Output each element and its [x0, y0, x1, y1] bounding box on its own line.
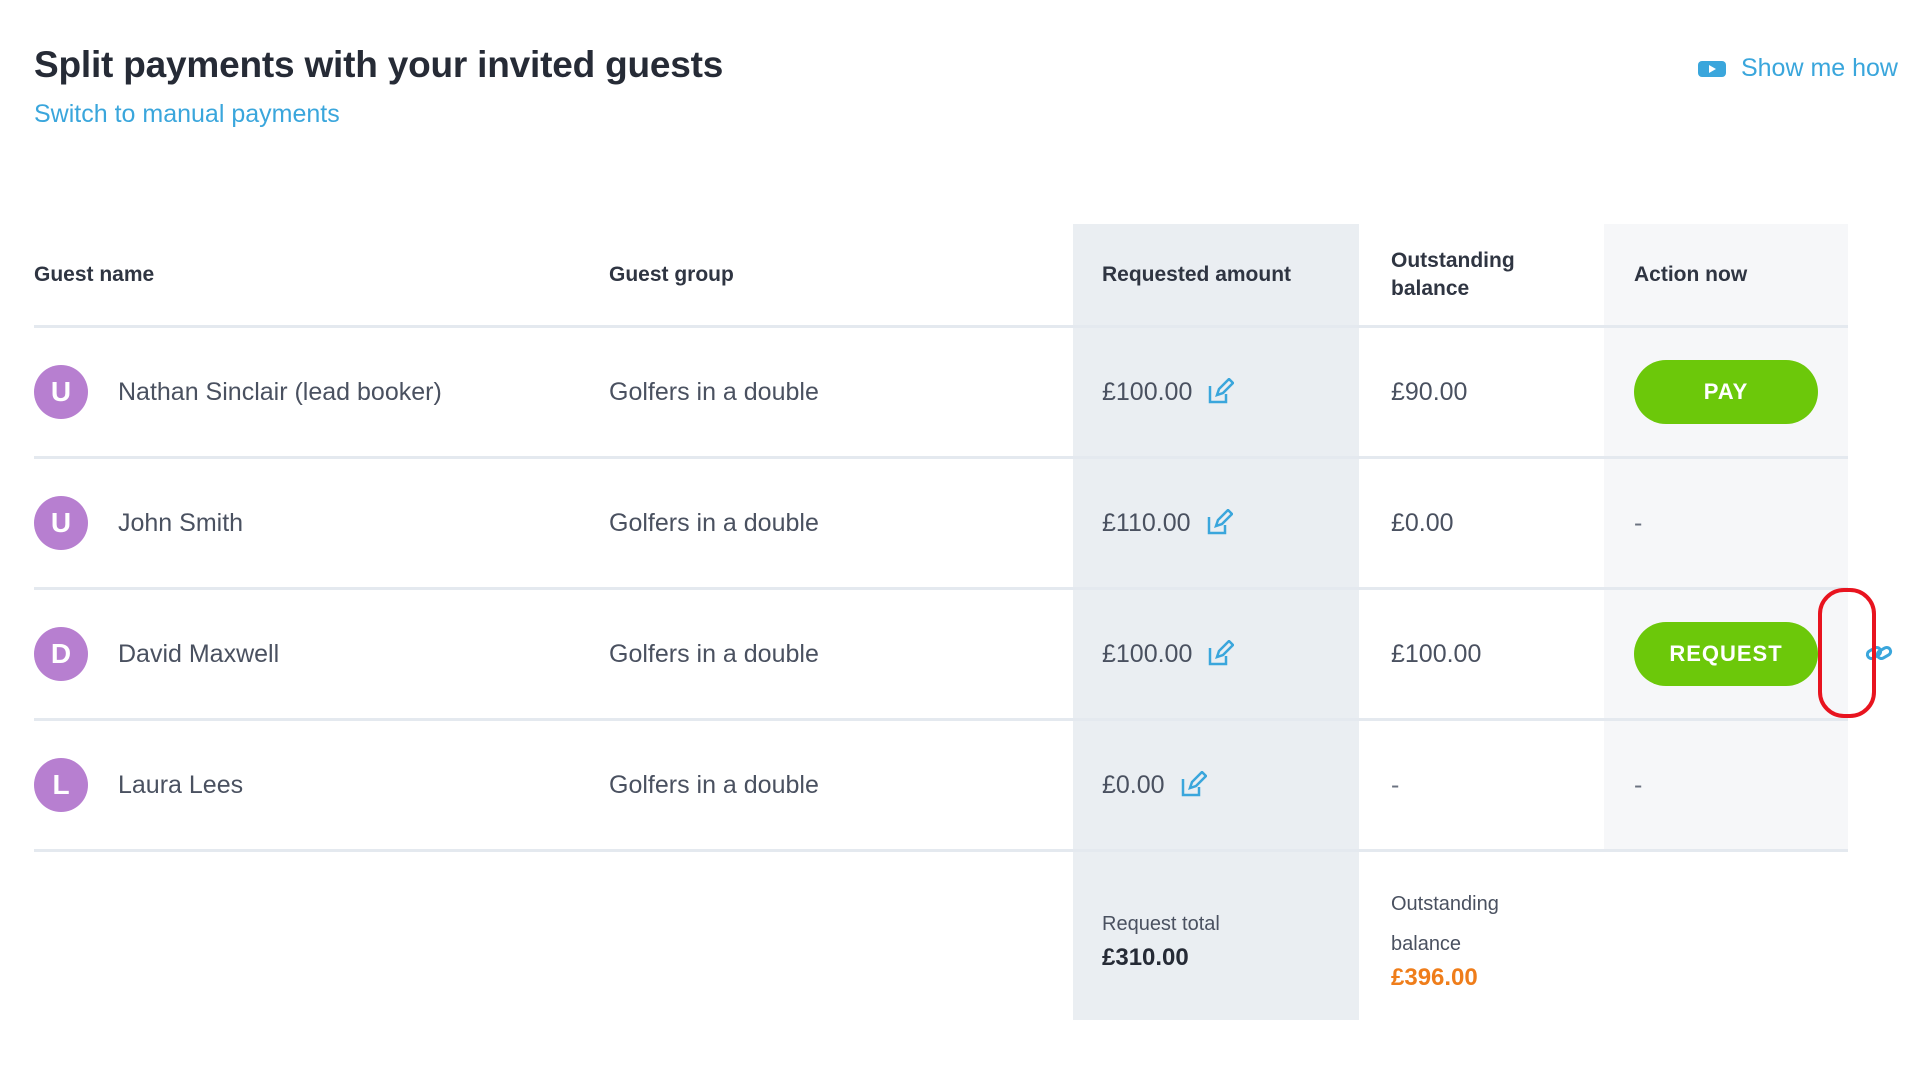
guest-name-cell: U Nathan Sinclair (lead booker) [34, 365, 442, 419]
guest-name-cell: D David Maxwell [34, 627, 279, 681]
requested-amount-cell: £110.00 [1102, 509, 1233, 538]
edit-icon[interactable] [1206, 640, 1235, 668]
outstanding-balance: £90.00 [1391, 377, 1468, 406]
edit-icon[interactable] [1179, 771, 1207, 799]
action-cell: REQUEST [1634, 622, 1818, 686]
outstanding-balance: - [1391, 770, 1400, 799]
outstanding-total-label-line1: Outstanding [1391, 893, 1499, 915]
column-header-guest-group: Guest group [609, 262, 734, 286]
guest-name: Laura Lees [118, 770, 244, 799]
guest-name-cell: U John Smith [34, 496, 243, 550]
outstanding-balance: £100.00 [1391, 639, 1482, 668]
request-total-value: £310.00 [1102, 944, 1189, 971]
guest-name: Nathan Sinclair (lead booker) [118, 377, 442, 406]
guest-name: David Maxwell [118, 639, 280, 668]
avatar: D [34, 627, 88, 681]
action-cell: PAY [1634, 360, 1818, 424]
column-header-outstanding-balance: Outstanding balance [1391, 247, 1515, 303]
edit-icon[interactable] [1206, 378, 1235, 406]
outstanding-total-label-line2: balance [1391, 933, 1462, 955]
table-row: D David Maxwell Golfers in a double £100… [34, 590, 1848, 721]
requested-amount-cell: £0.00 [1102, 771, 1207, 800]
column-header-requested-amount: Requested amount [1102, 262, 1292, 286]
column-header-outstanding-line2: balance [1391, 276, 1470, 300]
requested-amount: £110.00 [1102, 508, 1191, 537]
table-row: U Nathan Sinclair (lead booker) Golfers … [34, 328, 1848, 459]
page-header: Split payments with your invited guests … [34, 44, 723, 129]
requested-amount-cell: £100.00 [1102, 639, 1235, 669]
page-title: Split payments with your invited guests [34, 44, 724, 85]
guest-group: Golfers in a double [609, 770, 819, 799]
avatar: U [34, 496, 88, 550]
request-button[interactable]: REQUEST [1634, 622, 1818, 686]
outstanding-total: Outstanding balance £396.00 [1391, 884, 1499, 992]
action-placeholder: - [1634, 770, 1643, 799]
column-header-guest-name: Guest name [34, 262, 155, 286]
link-icon [1865, 642, 1893, 669]
edit-icon[interactable] [1205, 509, 1233, 537]
requested-amount-cell: £100.00 [1102, 377, 1235, 407]
table-row: U John Smith Golfers in a double £110.00… [34, 459, 1848, 590]
column-header-outstanding-line1: Outstanding [1391, 248, 1515, 272]
avatar: U [34, 365, 88, 419]
guest-group: Golfers in a double [609, 377, 819, 406]
avatar: L [34, 758, 88, 812]
requested-amount: £100.00 [1102, 377, 1193, 406]
pay-button[interactable]: PAY [1634, 360, 1818, 424]
guest-group: Golfers in a double [609, 639, 819, 668]
guest-name: John Smith [118, 508, 244, 537]
copy-link-button[interactable] [1849, 590, 1909, 721]
action-placeholder: - [1634, 508, 1643, 537]
show-me-how-label: Show me how [1740, 54, 1898, 82]
table-row: L Laura Lees Golfers in a double £0.00 -… [34, 721, 1848, 852]
video-icon [1697, 59, 1727, 79]
switch-to-manual-payments-link[interactable]: Switch to manual payments [34, 100, 340, 129]
guest-name-cell: L Laura Lees [34, 758, 243, 812]
column-header-action-now: Action now [1634, 262, 1748, 286]
split-payments-page: Split payments with your invited guests … [0, 0, 1920, 1080]
outstanding-total-value: £396.00 [1391, 964, 1478, 991]
requested-amount: £100.00 [1102, 639, 1193, 668]
guest-group: Golfers in a double [609, 508, 819, 537]
request-total-label: Request total [1102, 913, 1220, 935]
request-total: Request total £310.00 [1102, 904, 1220, 972]
outstanding-balance: £0.00 [1391, 508, 1454, 537]
table-header-row: Guest name Guest group Requested amount … [34, 224, 1848, 328]
requested-amount: £0.00 [1102, 770, 1165, 799]
show-me-how-link[interactable]: Show me how [1697, 54, 1898, 83]
